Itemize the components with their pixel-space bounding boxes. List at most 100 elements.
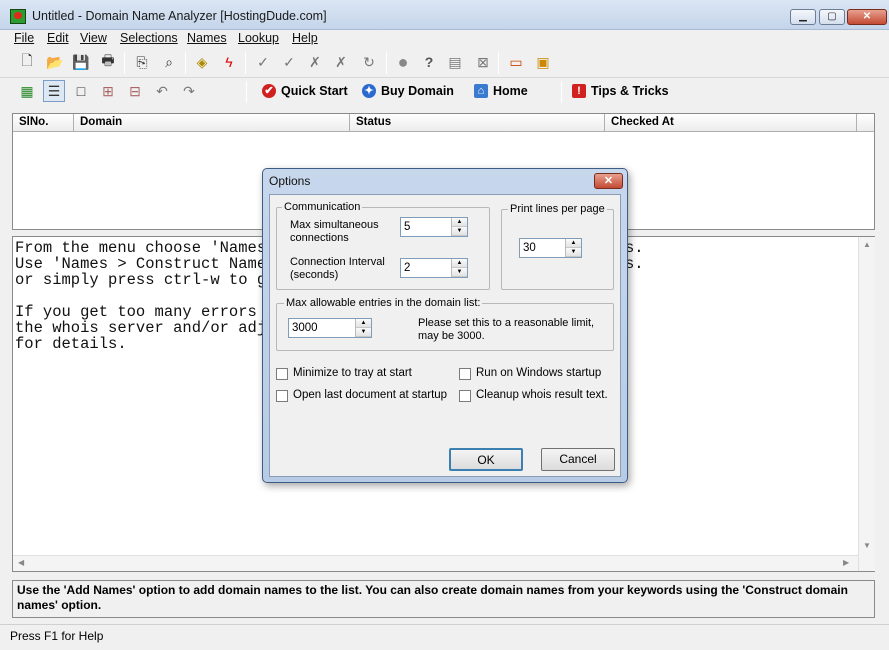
scroll-up-icon[interactable]: ▲ [863, 240, 871, 249]
buy-domain-icon: ✦ [362, 84, 376, 98]
toolbar-separator [498, 52, 499, 74]
column-checked-at[interactable]: Checked At [605, 114, 857, 132]
column-domain[interactable]: Domain [74, 114, 350, 132]
print-lines-value: 30 [523, 242, 536, 254]
menu-view[interactable]: View [80, 31, 107, 45]
tips-label: Tips & Tricks [591, 84, 669, 98]
spin-down-icon[interactable]: ▼ [566, 248, 581, 257]
column-filler [857, 114, 874, 132]
connection-interval-spin-buttons[interactable]: ▲ ▼ [451, 259, 467, 277]
quick-start-label: Quick Start [281, 84, 348, 98]
menu-selections[interactable]: Selections [120, 31, 178, 45]
status-bar: Press F1 for Help [0, 624, 889, 650]
toolbar-separator [386, 52, 387, 74]
new-icon[interactable]: 🗋 [16, 51, 38, 73]
dialog-body: Communication Max simultaneous connectio… [269, 194, 621, 477]
layout-top-icon[interactable]: ⊞ [97, 80, 119, 102]
dialog-title: Options [269, 174, 311, 188]
menu-names[interactable]: Names [187, 31, 227, 45]
clear-icon[interactable]: ⊠ [472, 51, 494, 73]
text-line: or simply press ctrl-w to ge [15, 271, 276, 289]
grid-view-icon[interactable]: ▦ [16, 80, 38, 102]
buy-domain-label: Buy Domain [381, 84, 454, 98]
max-connections-spinner[interactable]: 5 ▲ ▼ [400, 217, 468, 237]
run-startup-checkbox[interactable] [459, 368, 471, 380]
save-icon[interactable]: 💾 [70, 51, 92, 73]
max-entries-spinner[interactable]: 3000 ▲ ▼ [288, 318, 372, 338]
view-toolbar: ▦ ☰ □ ⊞ ⊟ ↶ ↷ ✔ Quick Start ✦ Buy Domain… [0, 78, 889, 108]
spin-up-icon[interactable]: ▲ [356, 319, 371, 328]
hint-bar: Use the 'Add Names' option to add domain… [12, 580, 875, 618]
split-view-icon[interactable]: ☰ [43, 80, 65, 102]
cleanup-whois-checkbox[interactable] [459, 390, 471, 402]
column-slno[interactable]: SlNo. [13, 114, 74, 132]
max-entries-note: Please set this to a reasonable limit, m… [418, 317, 595, 342]
lightning-icon[interactable]: ϟ [218, 51, 240, 73]
open-last-document-checkbox[interactable] [276, 390, 288, 402]
close-button[interactable]: ✕ [847, 9, 887, 25]
menu-bar: File Edit View Selections Names Lookup H… [0, 30, 889, 48]
copy-icon[interactable]: ⎘ [131, 51, 153, 73]
quick-start-button[interactable]: ✔ Quick Start [262, 84, 348, 98]
redo-icon[interactable]: ↷ [178, 80, 200, 102]
vertical-scrollbar[interactable]: ▲ ▼ [858, 237, 875, 571]
spin-up-icon[interactable]: ▲ [566, 239, 581, 248]
menu-lookup[interactable]: Lookup [238, 31, 279, 45]
spin-down-icon[interactable]: ▼ [452, 227, 467, 236]
main-toolbar: 🗋 📂 💾 🖶 ⎘ ⌕ ◈ ϟ ✓ ✓ ✗ ✗ ↻ ● ? ▤ ⊠ ▭ ▣ [0, 48, 889, 78]
export-icon[interactable]: ▭ [505, 51, 527, 73]
scroll-down-icon[interactable]: ▼ [863, 541, 871, 550]
tips-button[interactable]: ! Tips & Tricks [572, 84, 669, 98]
ok-button[interactable]: OK [449, 448, 523, 471]
spin-up-icon[interactable]: ▲ [452, 259, 467, 268]
find-icon[interactable]: ⌕ [158, 51, 180, 73]
dialog-close-button[interactable]: ✕ [594, 173, 623, 189]
undo-icon[interactable]: ↶ [151, 80, 173, 102]
open-last-document-label[interactable]: Open last document at startup [293, 389, 447, 401]
print-lines-spin-buttons[interactable]: ▲ ▼ [565, 239, 581, 257]
scroll-right-icon[interactable]: ▶ [843, 558, 849, 567]
spin-up-icon[interactable]: ▲ [452, 218, 467, 227]
uncheck-icon[interactable]: ✗ [304, 51, 326, 73]
max-connections-label-2: connections [290, 232, 349, 244]
buy-domain-button[interactable]: ✦ Buy Domain [362, 84, 454, 98]
delete-icon[interactable]: ✗ [330, 51, 352, 73]
toolbar-separator [561, 81, 562, 103]
check-all-icon[interactable]: ✓ [278, 51, 300, 73]
whois-icon[interactable]: ▤ [444, 51, 466, 73]
cleanup-whois-label[interactable]: Cleanup whois result text. [476, 389, 608, 401]
home-label: Home [493, 84, 528, 98]
max-entries-value: 3000 [292, 322, 318, 334]
open-icon[interactable]: 📂 [44, 51, 66, 73]
single-view-icon[interactable]: □ [70, 80, 92, 102]
home-button[interactable]: ⌂ Home [474, 84, 528, 98]
connection-interval-spinner[interactable]: 2 ▲ ▼ [400, 258, 468, 278]
help-icon[interactable]: ? [418, 51, 440, 73]
options-dialog: Options ✕ Communication Max simultaneous… [262, 168, 628, 483]
max-connections-spin-buttons[interactable]: ▲ ▼ [451, 218, 467, 236]
check-selected-icon[interactable]: ✓ [252, 51, 274, 73]
horizontal-scrollbar[interactable]: ◀ ▶ [13, 555, 858, 571]
run-startup-label[interactable]: Run on Windows startup [476, 367, 601, 379]
minimize-button[interactable]: ▁ [790, 9, 816, 25]
menu-help[interactable]: Help [292, 31, 318, 45]
spin-down-icon[interactable]: ▼ [452, 268, 467, 277]
layout-bottom-icon[interactable]: ⊟ [124, 80, 146, 102]
minimize-tray-label[interactable]: Minimize to tray at start [293, 367, 412, 379]
max-entries-spin-buttons[interactable]: ▲ ▼ [355, 319, 371, 337]
spin-down-icon[interactable]: ▼ [356, 328, 371, 337]
import-icon[interactable]: ▣ [532, 51, 554, 73]
print-icon[interactable]: 🖶 [97, 51, 119, 73]
minimize-tray-checkbox[interactable] [276, 368, 288, 380]
refresh-icon[interactable]: ↻ [358, 51, 380, 73]
toolbar-separator [124, 52, 125, 74]
scroll-left-icon[interactable]: ◀ [18, 558, 24, 567]
print-lines-spinner[interactable]: 30 ▲ ▼ [519, 238, 582, 258]
menu-file[interactable]: File [14, 31, 34, 45]
menu-edit[interactable]: Edit [47, 31, 69, 45]
column-status[interactable]: Status [350, 114, 605, 132]
eraser-icon[interactable]: ◈ [191, 51, 213, 73]
stop-icon[interactable]: ● [392, 51, 414, 73]
cancel-button[interactable]: Cancel [541, 448, 615, 471]
maximize-button[interactable]: ▢ [819, 9, 845, 25]
